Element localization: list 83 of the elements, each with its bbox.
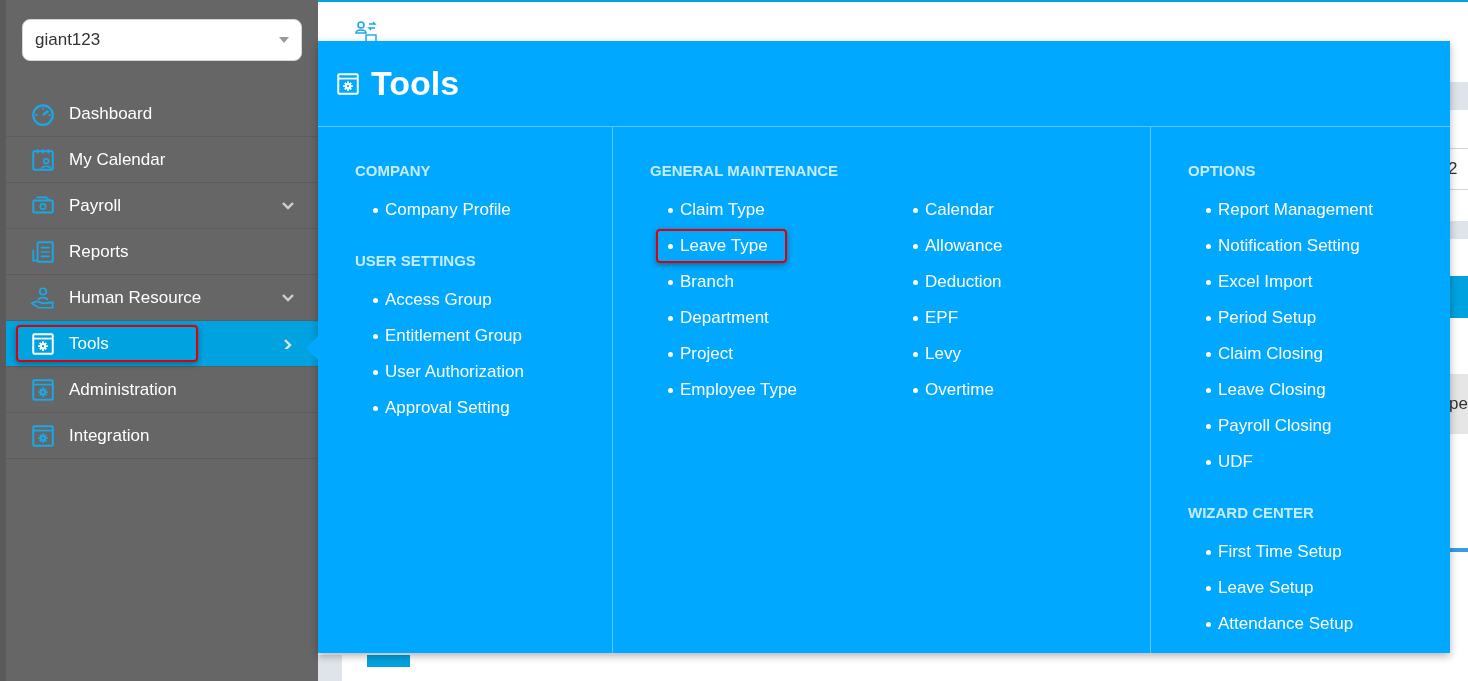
menu-link[interactable]: Project [680, 341, 733, 367]
menu-title: Tools [371, 63, 460, 104]
menu-link[interactable]: Attendance Setup [1218, 611, 1354, 637]
sidebar-item[interactable]: Payroll [6, 183, 318, 229]
bullet-icon [373, 207, 378, 213]
bullet-icon [668, 243, 673, 249]
menu-link[interactable]: Overtime [925, 377, 994, 403]
settings-window-icon [335, 70, 361, 97]
sidebar-item[interactable]: Integration [6, 413, 318, 459]
section-heading: COMPANY [355, 161, 432, 180]
bullet-icon [1206, 585, 1211, 591]
bullet-icon [1206, 621, 1211, 627]
menu-link[interactable]: Employee Type [680, 377, 797, 403]
toolbar-bar [1448, 276, 1468, 318]
bullet-icon [1206, 207, 1211, 213]
bullet-icon [668, 207, 673, 213]
menu-link[interactable]: Entitlement Group [385, 323, 522, 349]
bullet-icon [1206, 459, 1211, 465]
bullet-icon [668, 315, 673, 321]
bullet-icon [373, 297, 378, 303]
bullet-icon [1206, 387, 1211, 393]
bullet-icon [1206, 423, 1211, 429]
menu-link[interactable]: User Authorization [385, 359, 524, 385]
menu-link[interactable]: Payroll Closing [1218, 413, 1332, 439]
sidebar-item[interactable]: Dashboard [6, 91, 318, 137]
menu-link[interactable]: Deduction [925, 269, 1002, 295]
menu-link[interactable]: Allowance [925, 233, 1003, 259]
hand-person-icon [30, 284, 56, 311]
bullet-icon [373, 333, 378, 339]
bullet-icon [913, 351, 918, 357]
menu-link[interactable]: Department [680, 305, 769, 331]
menu-link[interactable]: EPF [925, 305, 959, 331]
menu-link[interactable]: Claim Closing [1218, 341, 1323, 367]
bullet-icon [1206, 351, 1211, 357]
bullet-icon [913, 315, 918, 321]
section-heading: GENERAL MAINTENANCE [650, 161, 840, 180]
menu-link[interactable]: Levy [925, 341, 961, 367]
menu-link[interactable]: Company Profile [385, 197, 511, 223]
bullet-icon [1206, 243, 1211, 249]
section-heading: OPTIONS [1188, 161, 1257, 180]
sidebar-item[interactable]: My Calendar [6, 137, 318, 183]
menu-link[interactable]: Branch [680, 269, 734, 295]
menu-link[interactable]: First Time Setup [1218, 539, 1342, 565]
bullet-icon [668, 351, 673, 357]
menu-link[interactable]: Calendar [925, 197, 994, 223]
section-bar [1448, 221, 1468, 239]
account-select[interactable]: giant123 [22, 19, 302, 61]
people-swap-icon [354, 20, 378, 44]
menu-link[interactable]: Access Group [385, 287, 492, 313]
menu-link[interactable]: Period Setup [1218, 305, 1317, 331]
menu-link[interactable]: UDF [1218, 449, 1253, 475]
side-strip [318, 655, 342, 681]
settings-window-icon [30, 422, 56, 449]
calendar-icon [30, 146, 56, 173]
menu-link[interactable]: Leave Type [680, 233, 768, 259]
menu-link[interactable]: Excel Import [1218, 269, 1313, 295]
menu-link[interactable]: Report Management [1218, 197, 1373, 223]
bullet-icon [668, 387, 673, 393]
caret-icon [279, 37, 289, 43]
bullet-icon [913, 243, 918, 249]
bullet-icon [373, 405, 378, 411]
settings-window-icon [30, 330, 56, 357]
bullet-icon [668, 279, 673, 285]
menu-link[interactable]: Leave Setup [1218, 575, 1314, 601]
settings-window-icon [30, 376, 56, 403]
bullet-icon [1206, 315, 1211, 321]
menu-link[interactable]: Claim Type [680, 197, 765, 223]
bullet-icon [913, 387, 918, 393]
section-heading: WIZARD CENTER [1188, 503, 1315, 522]
bullet-icon [913, 279, 918, 285]
menu-link[interactable]: Notification Setting [1218, 233, 1360, 259]
document-icon [30, 238, 56, 265]
bullet-icon [1206, 549, 1211, 555]
sidebar-item[interactable]: Administration [6, 367, 318, 413]
bullet-icon [373, 369, 378, 375]
bullet-icon [913, 207, 918, 213]
menu-link[interactable]: Approval Setting [385, 395, 510, 421]
sidebar-item[interactable]: Reports [6, 229, 318, 275]
sidebar-item[interactable]: Tools [6, 321, 318, 367]
section-heading: USER SETTINGS [355, 251, 477, 270]
column-header: pe [1448, 374, 1468, 434]
bullet-icon [1206, 279, 1211, 285]
menu-link[interactable]: Leave Closing [1218, 377, 1326, 403]
